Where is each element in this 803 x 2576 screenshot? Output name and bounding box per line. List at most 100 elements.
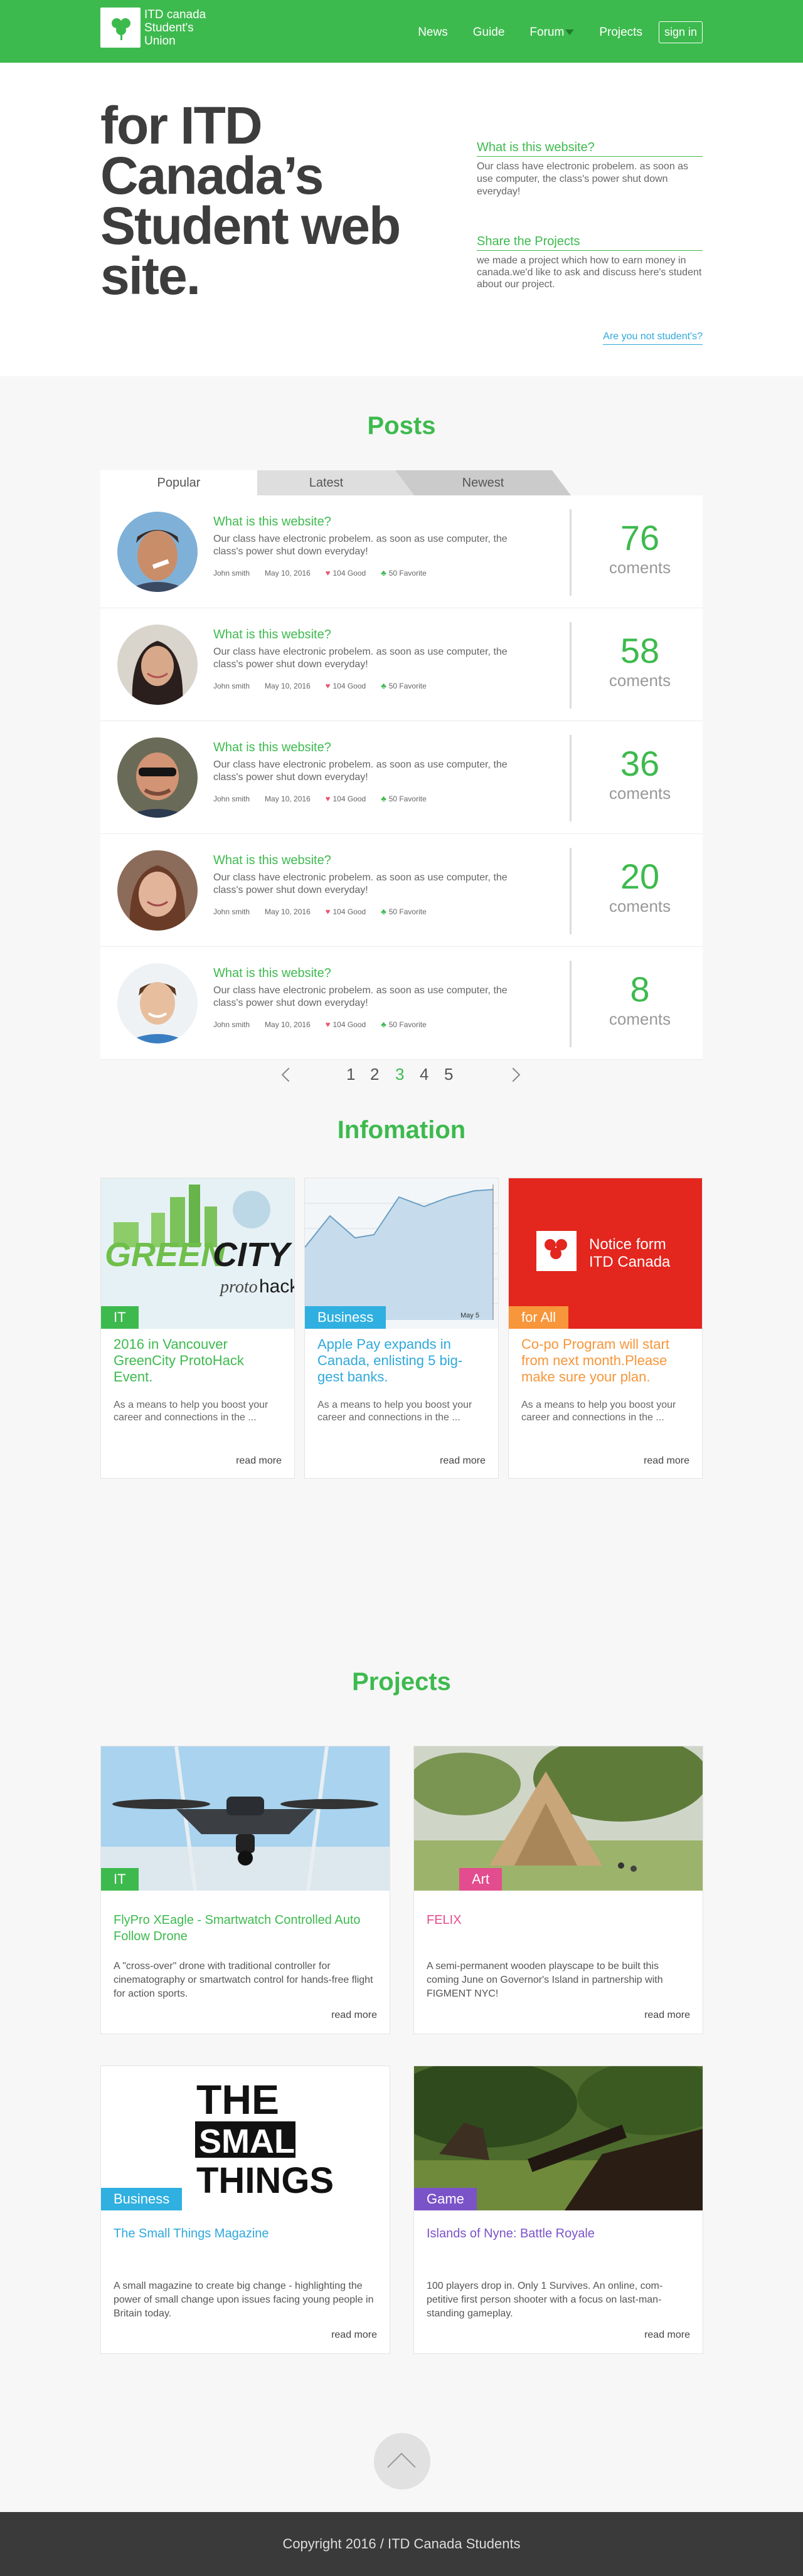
tab-newest[interactable]: Newest bbox=[395, 470, 571, 495]
small-things-word-things: THINGS bbox=[196, 2160, 334, 2201]
post-favorite[interactable]: ♣ 50 Favorite bbox=[381, 681, 427, 690]
post-item[interactable]: What is this website? Our class have ele… bbox=[100, 834, 703, 947]
tab-popular[interactable]: Popular bbox=[100, 470, 257, 495]
post-favorite[interactable]: ♣ 50 Favorite bbox=[381, 568, 427, 578]
info-card-body: As a means to help you boost your career… bbox=[317, 1400, 472, 1423]
info-card-body: As a means to help you boost your career… bbox=[521, 1400, 676, 1423]
prev-page-icon[interactable] bbox=[281, 1067, 296, 1082]
post-good[interactable]: ♥ 104 Good bbox=[326, 568, 366, 578]
comment-count: 76 bbox=[620, 518, 660, 557]
project-body: A semi-permanent wooden playscape to be … bbox=[427, 1961, 663, 1999]
post-title[interactable]: What is this website? bbox=[213, 515, 331, 529]
heart-icon: ♥ bbox=[325, 1020, 331, 1029]
comment-unit: coments bbox=[609, 784, 671, 803]
avatar bbox=[117, 625, 198, 705]
info-card[interactable]: GREEN CITY proto hack IT 2016 in Vancouv… bbox=[100, 1178, 295, 1479]
tag-art: Art bbox=[459, 1868, 503, 1891]
info-card-title[interactable]: Apple Pay expands in Canada, enlisting 5… bbox=[317, 1336, 487, 1385]
read-more-link[interactable]: read more bbox=[331, 2330, 377, 2341]
page-1[interactable]: 1 bbox=[346, 1065, 355, 1084]
comment-unit: coments bbox=[609, 671, 671, 690]
post-favorite[interactable]: ♣ 50 Favorite bbox=[381, 794, 427, 803]
back-to-top-button[interactable] bbox=[374, 2433, 430, 2489]
nav-forum[interactable]: Forum bbox=[529, 25, 575, 40]
page-5[interactable]: 5 bbox=[444, 1065, 453, 1084]
not-student-link[interactable]: Are you not student's? bbox=[603, 331, 703, 345]
next-page-icon[interactable] bbox=[506, 1067, 521, 1082]
project-title[interactable]: The Small Things Magazine bbox=[114, 2225, 377, 2242]
page-4[interactable]: 4 bbox=[420, 1065, 428, 1084]
project-card[interactable]: Art FELIX A semi-permanent wooden playsc… bbox=[413, 1746, 703, 2034]
info-card[interactable]: May 5 Business Apple Pay expands in Cana… bbox=[304, 1178, 499, 1479]
post-good[interactable]: ♥ 104 Good bbox=[326, 681, 366, 690]
post-favorite-label: 50 Favorite bbox=[388, 907, 427, 916]
information-title: Infomation bbox=[337, 1116, 466, 1144]
nav-news[interactable]: News bbox=[418, 26, 448, 40]
post-title[interactable]: What is this website? bbox=[213, 741, 331, 755]
read-more-link[interactable]: read more bbox=[644, 1455, 689, 1467]
project-title[interactable]: Islands of Nyne: Battle Royale bbox=[427, 2225, 690, 2242]
nav-projects[interactable]: Projects bbox=[599, 26, 642, 40]
read-more-link[interactable]: read more bbox=[440, 1455, 486, 1467]
project-card[interactable]: THE SMALL THINGS Business The Small Thin… bbox=[100, 2066, 390, 2354]
projects-title: Projects bbox=[352, 1668, 451, 1696]
post-favorite[interactable]: ♣ 50 Favorite bbox=[381, 1020, 427, 1029]
drone-image bbox=[101, 1746, 390, 1891]
post-item[interactable]: What is this website? Our class have ele… bbox=[100, 947, 703, 1060]
post-item[interactable]: What is this website? Our class have ele… bbox=[100, 608, 703, 721]
post-good[interactable]: ♥ 104 Good bbox=[326, 907, 366, 916]
post-good-label: 104 Good bbox=[332, 1020, 366, 1029]
tag-game: Game bbox=[414, 2188, 477, 2210]
info-card-title[interactable]: Co-po Program will start from next month… bbox=[521, 1336, 691, 1385]
read-more-link[interactable]: read more bbox=[236, 1455, 282, 1467]
post-divider bbox=[570, 961, 572, 1047]
read-more-link[interactable]: read more bbox=[331, 2010, 377, 2021]
playscape-image bbox=[414, 1746, 703, 1891]
greencity-word-city: CITY bbox=[213, 1236, 293, 1274]
info-card[interactable]: Notice form ITD Canada for All Co-po Pro… bbox=[508, 1178, 703, 1479]
what-is-this-link[interactable]: What is this website? bbox=[477, 140, 703, 157]
site-logo[interactable]: ITD canada Student's Union bbox=[100, 8, 220, 48]
project-title[interactable]: FELIX bbox=[427, 1912, 690, 1928]
post-title[interactable]: What is this website? bbox=[213, 853, 331, 868]
post-favorite-label: 50 Favorite bbox=[388, 681, 427, 690]
post-favorite[interactable]: ♣ 50 Favorite bbox=[381, 907, 427, 916]
post-title[interactable]: What is this website? bbox=[213, 628, 331, 642]
nav-forum-label: Forum bbox=[529, 25, 565, 39]
project-card[interactable]: IT FlyPro XEagle - Smartwatch Controlled… bbox=[100, 1746, 390, 2034]
post-item[interactable]: What is this website? Our class have ele… bbox=[100, 495, 703, 608]
post-item[interactable]: What is this website? Our class have ele… bbox=[100, 721, 703, 834]
share-projects-link[interactable]: Share the Projects bbox=[477, 235, 703, 251]
post-favorite-label: 50 Favorite bbox=[388, 568, 427, 578]
tab-latest[interactable]: Latest bbox=[238, 470, 414, 495]
post-good[interactable]: ♥ 104 Good bbox=[326, 1020, 366, 1029]
project-title[interactable]: FlyPro XEagle - Smartwatch Controlled Au… bbox=[114, 1912, 377, 1945]
info-card-title[interactable]: 2016 in Vancouver GreenCity ProtoHack Ev… bbox=[114, 1336, 283, 1385]
post-favorite-label: 50 Favorite bbox=[388, 1020, 427, 1029]
read-more-link[interactable]: read more bbox=[644, 2330, 690, 2341]
project-card[interactable]: Game Islands of Nyne: Battle Royale 100 … bbox=[413, 2066, 703, 2354]
hero-block-share: Share the Projects we made a project whi… bbox=[477, 235, 703, 290]
tag-it: IT bbox=[101, 1868, 139, 1891]
clover-icon: ♣ bbox=[381, 1020, 386, 1029]
page-2[interactable]: 2 bbox=[370, 1065, 379, 1084]
post-body: Our class have electronic probelem. as s… bbox=[213, 759, 508, 783]
post-good[interactable]: ♥ 104 Good bbox=[326, 794, 366, 803]
post-meta: John smith May 10, 2016 ♥ 104 Good ♣ 50 Fa… bbox=[213, 681, 442, 690]
post-meta: John smith May 10, 2016 ♥ 104 Good ♣ 50 Fa… bbox=[213, 907, 442, 916]
sign-in-button[interactable]: sign in bbox=[658, 21, 703, 43]
logo-clover-icon bbox=[100, 8, 141, 48]
comment-count: 8 bbox=[630, 969, 650, 1009]
project-body: 100 players drop in. Only 1 Survives. An… bbox=[427, 2281, 663, 2319]
tag-it: IT bbox=[101, 1306, 139, 1329]
page-3[interactable]: 3 bbox=[395, 1065, 404, 1084]
post-good-label: 104 Good bbox=[332, 681, 366, 690]
post-author: John smith bbox=[213, 568, 250, 578]
nav-guide[interactable]: Guide bbox=[473, 26, 505, 40]
post-body: Our class have electronic probelem. as s… bbox=[213, 534, 508, 557]
read-more-link[interactable]: read more bbox=[644, 2010, 690, 2021]
post-list: What is this website? Our class have ele… bbox=[100, 495, 703, 1060]
post-title[interactable]: What is this website? bbox=[213, 966, 331, 981]
clover-icon: ♣ bbox=[381, 568, 386, 578]
heart-icon: ♥ bbox=[325, 681, 331, 690]
